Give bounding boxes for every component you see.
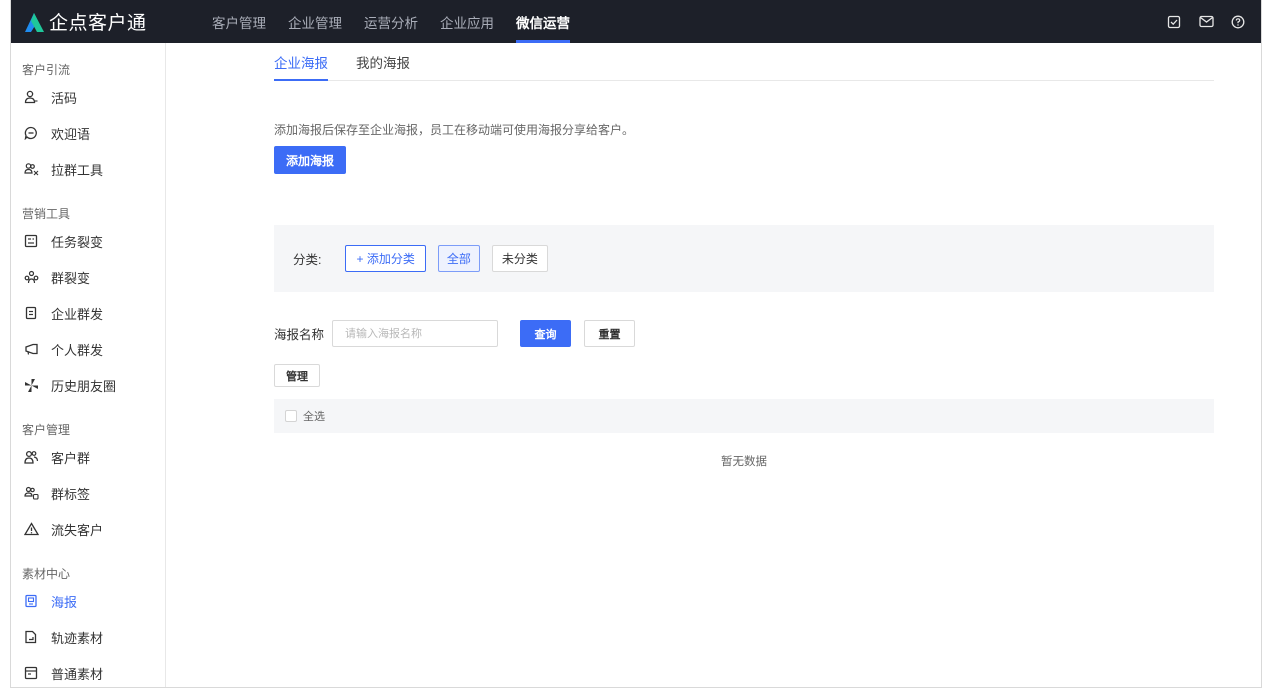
sidebar-item-label: 群裂变 [51, 270, 91, 286]
poster-name-input[interactable] [332, 320, 499, 347]
add-category-button[interactable]: + 添加分类 [345, 245, 426, 272]
sidebar-item-moments-history[interactable]: 历史朋友圈 [11, 367, 165, 403]
logo[interactable]: 企点客户通 [11, 0, 201, 43]
sidebar-group-material-center: 素材中心 [22, 567, 71, 581]
search-row: 海报名称 查询 重置 [274, 320, 636, 347]
query-button[interactable]: 查询 [520, 320, 572, 347]
top-icons [1165, 0, 1247, 43]
sidebar-item-common-material[interactable]: 普通素材 [11, 655, 165, 687]
sidebar-group-customer-management: 客户管理 [22, 423, 71, 437]
empty-state-text: 暂无数据 [721, 456, 767, 468]
track-icon [23, 629, 39, 645]
select-all-label[interactable]: 全选 [303, 408, 325, 424]
task-icon [23, 233, 39, 249]
top-navigation-bar: 企点客户通 客户管理 企业管理 运营分析 企业应用 微信运营 [11, 0, 1261, 43]
sidebar-item-label: 轨迹素材 [51, 630, 104, 646]
sidebar-item-label: 历史朋友圈 [51, 378, 117, 394]
sidebar-item-label: 企业群发 [51, 306, 104, 322]
sidebar-item-personal-broadcast[interactable]: 个人群发 [11, 331, 165, 367]
help-icon[interactable] [1229, 13, 1247, 31]
logo-mark-icon [25, 12, 44, 32]
manage-button[interactable]: 管理 [274, 364, 320, 387]
sidebar-item-label: 欢迎语 [51, 126, 91, 142]
sidebar-item-label: 个人群发 [51, 342, 104, 358]
group-icon [23, 269, 39, 285]
poster-tabs: 企业海报 我的海报 [274, 43, 1214, 81]
nav-item-enterprise-management[interactable]: 企业管理 [277, 0, 353, 43]
sidebar: 客户引流 活码 欢迎语 拉群工具 营销工具 任务裂变 群裂变 企业群发 个人群发… [11, 43, 166, 687]
sidebar-item-live-code[interactable]: 活码 [11, 79, 165, 115]
task-check-icon[interactable] [1165, 13, 1183, 31]
material-icon [23, 665, 39, 681]
category-filter-bar: 分类: + 添加分类 全部 未分类 [274, 225, 1214, 292]
app-title: 企点客户通 [49, 13, 147, 34]
select-all-checkbox[interactable] [285, 410, 297, 422]
sidebar-item-poster[interactable]: 海报 [11, 583, 165, 619]
sidebar-item-label: 普通素材 [51, 666, 104, 682]
reset-button[interactable]: 重置 [584, 320, 636, 347]
add-poster-button[interactable]: 添加海报 [274, 146, 346, 174]
nav-item-customer-management[interactable]: 客户管理 [201, 0, 277, 43]
page-description: 添加海报后保存至企业海报，员工在移动端可使用海报分享给客户。 [274, 123, 635, 137]
sidebar-item-group-fission[interactable]: 群裂变 [11, 259, 165, 295]
sidebar-item-group-tool[interactable]: 拉群工具 [11, 151, 165, 187]
megaphone-icon [23, 341, 39, 357]
poster-name-label: 海报名称 [274, 328, 325, 342]
sidebar-item-label: 群标签 [51, 486, 91, 502]
document-icon [23, 305, 39, 321]
select-all-bar: 全选 [274, 399, 1214, 433]
main-content: 企业海报 我的海报 添加海报后保存至企业海报，员工在移动端可使用海报分享给客户。… [274, 43, 1214, 468]
tag-group-icon [23, 485, 39, 501]
group-add-icon [23, 161, 39, 177]
pinwheel-icon [23, 377, 39, 393]
nav-item-operations-analysis[interactable]: 运营分析 [353, 0, 429, 43]
nav-item-wechat-operations[interactable]: 微信运营 [505, 0, 581, 43]
person-icon [23, 89, 39, 105]
sidebar-item-label: 活码 [51, 90, 78, 106]
poster-icon [23, 593, 39, 609]
sidebar-item-task-fission[interactable]: 任务裂变 [11, 223, 165, 259]
category-label: 分类: [293, 253, 322, 267]
nav-item-enterprise-apps[interactable]: 企业应用 [429, 0, 505, 43]
mail-icon[interactable] [1197, 13, 1215, 31]
sidebar-group-customer-acquisition: 客户引流 [22, 63, 71, 77]
tab-enterprise-poster[interactable]: 企业海报 [274, 52, 328, 81]
sidebar-item-customer-group[interactable]: 客户群 [11, 439, 165, 475]
sidebar-item-welcome-message[interactable]: 欢迎语 [11, 115, 165, 151]
sidebar-item-label: 拉群工具 [51, 162, 104, 178]
sidebar-group-marketing-tools: 营销工具 [22, 207, 71, 221]
warning-icon [23, 521, 39, 537]
chat-bubble-icon [23, 125, 39, 141]
tab-my-poster[interactable]: 我的海报 [356, 52, 410, 80]
sidebar-item-label: 流失客户 [51, 522, 104, 538]
sidebar-item-group-tags[interactable]: 群标签 [11, 475, 165, 511]
sidebar-item-lost-customers[interactable]: 流失客户 [11, 511, 165, 547]
top-nav-menu: 客户管理 企业管理 运营分析 企业应用 微信运营 [201, 0, 581, 43]
customer-group-icon [23, 449, 39, 465]
sidebar-item-enterprise-broadcast[interactable]: 企业群发 [11, 295, 165, 331]
sidebar-item-label: 海报 [51, 594, 78, 610]
sidebar-item-label: 客户群 [51, 450, 91, 466]
sidebar-item-label: 任务裂变 [51, 234, 104, 250]
sidebar-item-track-material[interactable]: 轨迹素材 [11, 619, 165, 655]
category-uncategorized-button[interactable]: 未分类 [491, 245, 548, 272]
app-window: 企点客户通 客户管理 企业管理 运营分析 企业应用 微信运营 客户引流 活码 欢… [10, 0, 1262, 688]
category-all-button[interactable]: 全部 [437, 245, 480, 272]
